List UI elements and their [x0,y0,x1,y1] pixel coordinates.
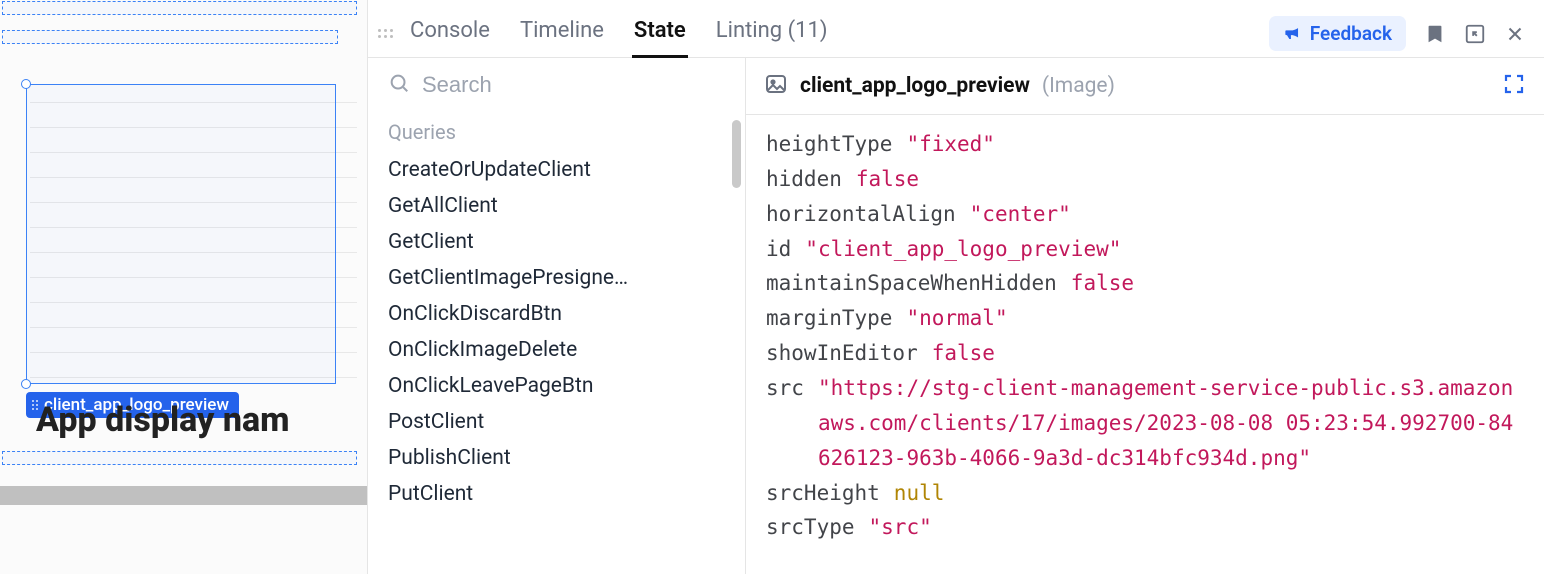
query-item[interactable]: PutClient [388,476,725,512]
canvas-display-title: App display nam [36,400,290,440]
query-item[interactable]: GetClient [388,224,725,260]
property-key: horizontalAlign [766,197,956,232]
property-value: "normal" [906,301,1007,336]
property-value: false [1071,266,1134,301]
property-key: showInEditor [766,336,918,371]
property-value: "src" [869,510,932,545]
panel-tabbar: Console Timeline State Linting (11) Feed… [368,0,1544,58]
expand-button[interactable] [1502,72,1526,100]
bookmark-button[interactable] [1424,23,1446,45]
scrollbar-thumb[interactable] [732,120,741,188]
search-input[interactable] [422,72,725,98]
selection-outline-bottom [2,451,357,465]
bookmark-icon [1424,23,1446,45]
property-row: heightType "fixed" [766,127,1524,162]
canvas-preview: client_app_logo_preview App display nam [0,0,368,574]
property-row: showInEditor false [766,336,1524,371]
property-row: srcType "src" [766,510,1524,545]
tab-state[interactable]: State [632,10,688,57]
property-key: srcHeight [766,476,880,511]
drag-handle-icon[interactable] [378,29,394,38]
queries-list: Queries CreateOrUpdateClientGetAllClient… [368,108,745,574]
megaphone-icon [1283,24,1302,43]
collapse-button[interactable] [1464,23,1486,45]
canvas-footer-bar [0,486,367,505]
properties-title: client_app_logo_preview [800,74,1030,98]
property-row: src "https://stg-client-management-servic… [766,371,1524,476]
property-row: maintainSpaceWhenHidden false [766,266,1524,301]
queries-section-header: Queries [388,120,725,144]
property-value: "fixed" [906,127,995,162]
selection-handle-bl[interactable] [21,379,31,389]
tab-timeline[interactable]: Timeline [518,10,606,57]
property-value: "center" [970,197,1071,232]
property-value: "https://stg-client-management-service-p… [818,371,1518,476]
property-row: id "client_app_logo_preview" [766,232,1524,267]
query-item[interactable]: OnClickDiscardBtn [388,296,725,332]
property-key: hidden [766,162,842,197]
close-button[interactable] [1504,23,1526,45]
property-key: heightType [766,127,892,162]
query-item[interactable]: GetClientImagePresigne… [388,260,725,296]
close-icon [1504,23,1526,45]
selection-handle-tl[interactable] [21,79,31,89]
property-row: hidden false [766,162,1524,197]
properties-body[interactable]: heightType"fixed"hiddenfalsehorizontalAl… [746,115,1544,574]
feedback-label: Feedback [1310,22,1392,45]
property-value: false [856,162,919,197]
selection-outline-mid [2,30,338,44]
image-type-icon [764,72,788,100]
query-item[interactable]: CreateOrUpdateClient [388,152,725,188]
property-key: id [766,232,791,267]
queries-pane: Queries CreateOrUpdateClientGetAllClient… [368,58,746,574]
selection-outline-top [2,1,357,15]
tab-linting[interactable]: Linting (11) [714,10,830,57]
collapse-icon [1464,23,1486,45]
query-item[interactable]: OnClickImageDelete [388,332,725,368]
properties-type-label: (Image) [1042,74,1115,98]
property-value: null [894,476,945,511]
expand-icon [1502,72,1526,96]
property-key: src [766,371,804,406]
feedback-button[interactable]: Feedback [1269,16,1406,51]
query-item[interactable]: GetAllClient [388,188,725,224]
selection-box[interactable] [26,84,336,384]
query-item[interactable]: OnClickLeavePageBtn [388,368,725,404]
query-item[interactable]: PublishClient [388,440,725,476]
search-icon [388,72,410,98]
property-key: marginType [766,301,892,336]
query-item[interactable]: PostClient [388,404,725,440]
property-value: "client_app_logo_preview" [805,232,1121,267]
property-row: marginType "normal" [766,301,1524,336]
property-row: horizontalAlign "center" [766,197,1524,232]
tab-console[interactable]: Console [408,10,492,57]
property-key: srcType [766,510,855,545]
property-value: false [932,336,995,371]
properties-pane: client_app_logo_preview (Image) heightTy… [746,58,1544,574]
property-key: maintainSpaceWhenHidden [766,266,1057,301]
property-row: srcHeight null [766,476,1524,511]
